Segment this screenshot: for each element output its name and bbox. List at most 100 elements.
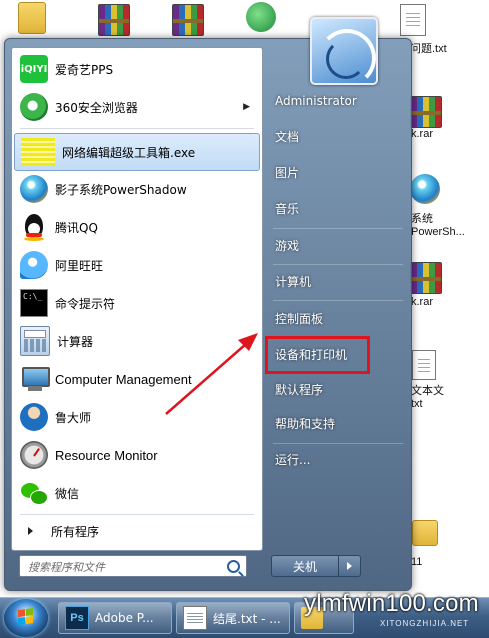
divider xyxy=(273,228,403,229)
powershadow-icon xyxy=(20,175,48,203)
program-item-calculator[interactable]: 计算器 xyxy=(14,323,258,359)
taskbar-button-photoshop[interactable]: Ps Adobe P... xyxy=(58,602,172,634)
computer-management-icon xyxy=(20,365,50,393)
desktop-file-label: 文本文 xyxy=(411,385,444,397)
winrar-archive-icon[interactable] xyxy=(410,96,442,128)
right-item-control-panel[interactable]: 控制面板 xyxy=(267,304,407,332)
site-watermark: ylmfwin100.com xyxy=(304,590,479,617)
program-label: 影子系统PowerShadow xyxy=(55,182,187,197)
all-programs-button[interactable]: 所有程序 xyxy=(14,518,258,544)
program-label: 命令提示符 xyxy=(55,296,116,311)
annotation-highlight-box xyxy=(265,336,370,374)
shutdown-options-arrow-icon[interactable] xyxy=(339,555,361,577)
folder-icon[interactable] xyxy=(18,2,46,34)
right-item-pictures[interactable]: 图片 xyxy=(267,158,407,186)
program-item-resource-monitor[interactable]: Resource Monitor xyxy=(14,437,258,473)
ferris-wheel-arc xyxy=(326,39,366,79)
qq-penguin-icon xyxy=(20,213,48,241)
winrar-archive-icon[interactable] xyxy=(410,262,442,294)
right-item-label: Administrator xyxy=(275,94,357,108)
right-item-label: 运行... xyxy=(275,452,311,467)
right-item-label: 音乐 xyxy=(275,201,300,216)
program-label: 360安全浏览器 xyxy=(55,100,138,115)
right-item-documents[interactable]: 文档 xyxy=(267,122,407,150)
right-item-label: 游戏 xyxy=(275,238,300,253)
desktop-file-label: k.rar xyxy=(411,296,433,308)
start-button[interactable] xyxy=(4,599,48,637)
desktop-file-label: txt xyxy=(411,398,423,410)
divider xyxy=(273,443,403,444)
program-label: Computer Management xyxy=(55,371,192,387)
program-item-ludashi[interactable]: 鲁大师 xyxy=(14,399,258,435)
winrar-archive-icon[interactable] xyxy=(98,4,130,36)
powershadow-icon[interactable] xyxy=(410,174,440,204)
aliwangwang-icon xyxy=(20,251,48,279)
program-item-computer-management[interactable]: Computer Management xyxy=(14,361,258,397)
shortcut-icon[interactable] xyxy=(246,2,276,32)
program-label: 阿里旺旺 xyxy=(55,258,104,273)
right-item-administrator[interactable]: Administrator xyxy=(267,87,407,115)
program-item-aliwangwang[interactable]: 阿里旺旺 xyxy=(14,247,258,283)
360-browser-icon xyxy=(20,93,48,121)
program-item-powershadow[interactable]: 影子系统PowerShadow xyxy=(14,171,258,207)
wechat-icon xyxy=(20,479,48,507)
search-box[interactable] xyxy=(19,555,247,577)
start-menu: iQIYI 爱奇艺PPS 360安全浏览器 ▶ 网络编辑超级工具箱.exe 影子… xyxy=(4,17,412,591)
text-file-icon[interactable] xyxy=(400,4,426,36)
expand-arrow-icon xyxy=(28,527,33,535)
search-input[interactable] xyxy=(26,557,226,577)
right-item-music[interactable]: 音乐 xyxy=(267,194,407,222)
command-prompt-icon: C:\_ xyxy=(20,289,48,317)
toolbox-icon xyxy=(21,138,55,166)
right-item-run[interactable]: 运行... xyxy=(267,445,407,473)
program-label: Resource Monitor xyxy=(55,447,158,463)
taskbar-button-label: Adobe P... xyxy=(95,611,154,625)
right-item-games[interactable]: 游戏 xyxy=(267,231,407,259)
right-item-label: 控制面板 xyxy=(275,311,324,326)
program-label: 爱奇艺PPS xyxy=(55,62,114,77)
shutdown-label: 关机 xyxy=(292,559,317,574)
divider xyxy=(273,264,403,265)
ludashi-icon xyxy=(20,403,48,431)
folder-icon[interactable] xyxy=(412,520,438,546)
desktop-file-label: 问题.txt xyxy=(410,43,447,55)
program-label: 计算器 xyxy=(57,334,94,349)
desktop-file-label: 11 xyxy=(411,556,423,568)
taskbar-button-label: 结尾.txt - ... xyxy=(213,611,281,626)
program-item-iqiyi[interactable]: iQIYI 爱奇艺PPS xyxy=(14,51,258,87)
iqiyi-icon: iQIYI xyxy=(20,55,48,83)
text-file-icon[interactable] xyxy=(412,350,436,380)
right-item-label: 图片 xyxy=(275,165,300,180)
programs-pane: iQIYI 爱奇艺PPS 360安全浏览器 ▶ 网络编辑超级工具箱.exe 影子… xyxy=(11,47,263,551)
divider xyxy=(273,300,403,301)
program-label: 微信 xyxy=(55,486,80,501)
submenu-arrow-icon: ▶ xyxy=(243,102,250,112)
site-watermark-subtext: XITONGZHIJIA.NET xyxy=(380,619,470,628)
program-item-360-browser[interactable]: 360安全浏览器 ▶ xyxy=(14,89,258,125)
program-item-wechat[interactable]: 微信 xyxy=(14,475,258,511)
right-item-label: 文档 xyxy=(275,129,300,144)
right-item-computer[interactable]: 计算机 xyxy=(267,267,407,295)
program-label: 网络编辑超级工具箱.exe xyxy=(62,145,196,160)
right-item-label: 帮助和支持 xyxy=(275,416,336,431)
right-item-label: 计算机 xyxy=(275,274,312,289)
program-item-toolbox[interactable]: 网络编辑超级工具箱.exe xyxy=(14,133,260,171)
program-item-qq[interactable]: 腾讯QQ xyxy=(14,209,258,245)
shutdown-button[interactable]: 关机 xyxy=(271,555,339,577)
desktop-file-label: PowerSh... xyxy=(411,226,465,238)
program-label: 腾讯QQ xyxy=(55,220,98,235)
right-item-default-programs[interactable]: 默认程序 xyxy=(267,375,407,403)
all-programs-label: 所有程序 xyxy=(51,524,100,539)
notepad-icon xyxy=(183,606,207,630)
right-item-help-and-support[interactable]: 帮助和支持 xyxy=(267,409,407,437)
resource-monitor-icon xyxy=(20,441,48,469)
winrar-archive-icon[interactable] xyxy=(172,4,204,36)
program-item-cmd[interactable]: C:\_ 命令提示符 xyxy=(14,285,258,321)
search-icon[interactable] xyxy=(227,560,240,573)
taskbar-button-notepad[interactable]: 结尾.txt - ... xyxy=(176,602,290,634)
divider xyxy=(20,128,254,129)
calculator-icon xyxy=(20,326,50,356)
photoshop-icon: Ps xyxy=(65,606,89,630)
desktop-file-label: 系统 xyxy=(411,213,433,225)
user-avatar[interactable] xyxy=(310,17,378,85)
